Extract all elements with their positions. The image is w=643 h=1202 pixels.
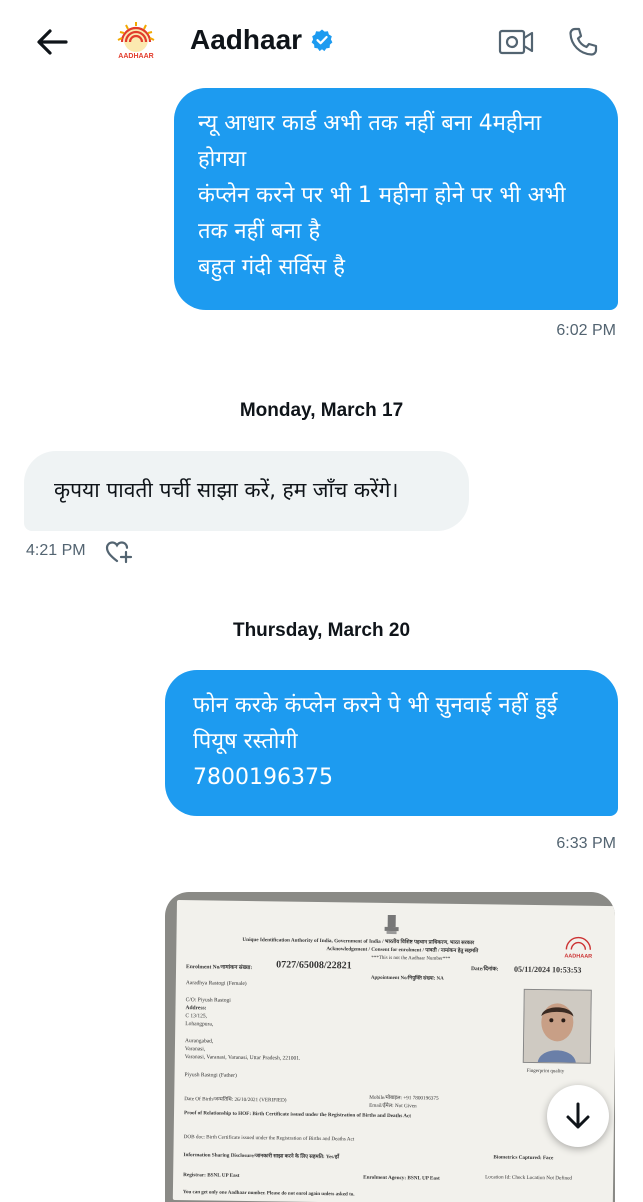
message-text: बहुत गंदी सर्विस है bbox=[198, 255, 345, 280]
doc-enrolment-no: 0727/65008/22821 bbox=[276, 959, 352, 972]
doc-aadhaar-logo: AADHAAR bbox=[558, 935, 598, 960]
chat-header: AADHAAR Aadhaar bbox=[0, 0, 643, 84]
phone-call-button[interactable] bbox=[562, 22, 604, 62]
doc-date-label: Date/दिनांक: bbox=[471, 966, 499, 973]
video-call-button[interactable] bbox=[495, 22, 537, 62]
add-reaction-heart-icon bbox=[105, 541, 133, 564]
message-text: कृपया पावती पर्ची साझा करें, हम जाँच करे… bbox=[54, 478, 399, 502]
contact-name[interactable]: Aadhaar bbox=[190, 24, 302, 56]
doc-dob-document: DOB doc: Birth Certificate issued under … bbox=[183, 1134, 355, 1143]
doc-name: Aaradhya Rastogi (Female) bbox=[185, 980, 247, 987]
message-text: होगया bbox=[198, 147, 247, 172]
svg-text:AADHAAR: AADHAAR bbox=[118, 53, 153, 60]
video-call-icon bbox=[498, 29, 534, 55]
acknowledgement-slip-image: Unique Identification Authority of India… bbox=[172, 900, 615, 1202]
message-bubble-outgoing[interactable]: फोन करके कंप्लेन करने पे भी सुनवाई नहीं … bbox=[165, 670, 618, 816]
doc-footer: You can get only one Aadhaar number. Ple… bbox=[182, 1190, 355, 1198]
message-text: कंप्लेन करने पर भी 1 महीना होने पर भी अभ… bbox=[198, 183, 566, 208]
svg-text:AADHAAR: AADHAAR bbox=[564, 953, 592, 959]
arrow-down-icon bbox=[566, 1102, 590, 1129]
doc-date: 05/11/2024 10:53:53 bbox=[514, 964, 582, 975]
doc-subheading: Acknowledgement / Consent for enrolment … bbox=[326, 946, 479, 955]
doc-registrar: Registrar: BSNL UP East bbox=[183, 1172, 240, 1179]
doc-address-line: C 13/125, bbox=[185, 1013, 208, 1020]
doc-appointment: Appointment No/नियुक्ति संख्या: NA bbox=[370, 975, 444, 982]
doc-enrolment-label: Enrolment No/नामांकन संख्या: bbox=[186, 964, 253, 972]
image-attachment[interactable]: Unique Identification Authority of India… bbox=[165, 892, 615, 1202]
doc-care-of: C/O: Piyush Rastogi bbox=[185, 997, 231, 1004]
back-arrow-icon bbox=[37, 29, 68, 55]
message-timestamp: 6:02 PM bbox=[556, 322, 616, 339]
doc-address-label: Address: bbox=[185, 1005, 207, 1012]
message-text: तक नहीं बना है bbox=[198, 219, 321, 244]
message-text: फोन करके कंप्लेन करने पे भी सुनवाई नहीं … bbox=[193, 693, 558, 718]
message-timestamp: 4:21 PM bbox=[26, 542, 86, 559]
doc-proof: Proof of Relationship to HOF: Birth Cert… bbox=[183, 1110, 412, 1120]
emblem-icon bbox=[384, 914, 399, 935]
aadhaar-logo-icon: AADHAAR bbox=[117, 22, 155, 60]
doc-address-line: Lohangpura, bbox=[185, 1021, 214, 1028]
message-text: 7800196375 bbox=[193, 765, 333, 790]
doc-father: Piyush Rastogi (Father) bbox=[184, 1072, 237, 1079]
doc-address-line: Varanasi, Varanasi, Varanasi, Uttar Prad… bbox=[184, 1054, 301, 1062]
doc-address-line: Varanasi, bbox=[184, 1046, 206, 1053]
message-bubble-incoming[interactable]: कृपया पावती पर्ची साझा करें, हम जाँच करे… bbox=[24, 451, 469, 531]
date-divider: Thursday, March 20 bbox=[232, 620, 411, 641]
doc-email: Email/ईमेल: Not Given bbox=[369, 1102, 417, 1110]
add-reaction-button[interactable] bbox=[104, 538, 134, 566]
doc-location: Location Id: Check Location Not Defined bbox=[485, 1174, 573, 1182]
doc-dob: Date Of Birth/जन्मतिथि: 26/10/2021 (VERI… bbox=[184, 1096, 287, 1104]
message-bubble-outgoing[interactable]: न्यू आधार कार्ड अभी तक नहीं बना 4महीना ह… bbox=[174, 88, 618, 310]
aadhaar-logo[interactable]: AADHAAR bbox=[112, 18, 160, 66]
doc-not-aadhaar: ***This is not the Aadhaar Number*** bbox=[371, 955, 451, 962]
child-photo bbox=[522, 988, 592, 1064]
doc-info-sharing: Information Sharing Disclosure/जानकारी स… bbox=[183, 1152, 340, 1161]
doc-biometrics: Biometrics Captured: Face bbox=[493, 1154, 554, 1162]
doc-agency: Enrolment Agency: BSNL UP East bbox=[363, 1174, 440, 1182]
message-text: न्यू आधार कार्ड अभी तक नहीं बना 4महीना bbox=[198, 111, 542, 136]
message-text: पियूष रस्तोगी bbox=[193, 729, 298, 754]
verified-badge-icon bbox=[311, 29, 333, 52]
doc-address-line: Aurangabad, bbox=[184, 1038, 214, 1045]
phone-icon bbox=[569, 27, 598, 56]
back-button[interactable] bbox=[30, 22, 74, 62]
doc-fingerprint: Fingerprint quality bbox=[526, 1068, 565, 1075]
scroll-to-bottom-button[interactable] bbox=[547, 1085, 609, 1147]
date-divider: Monday, March 17 bbox=[239, 400, 404, 421]
message-timestamp: 6:33 PM bbox=[556, 835, 616, 852]
